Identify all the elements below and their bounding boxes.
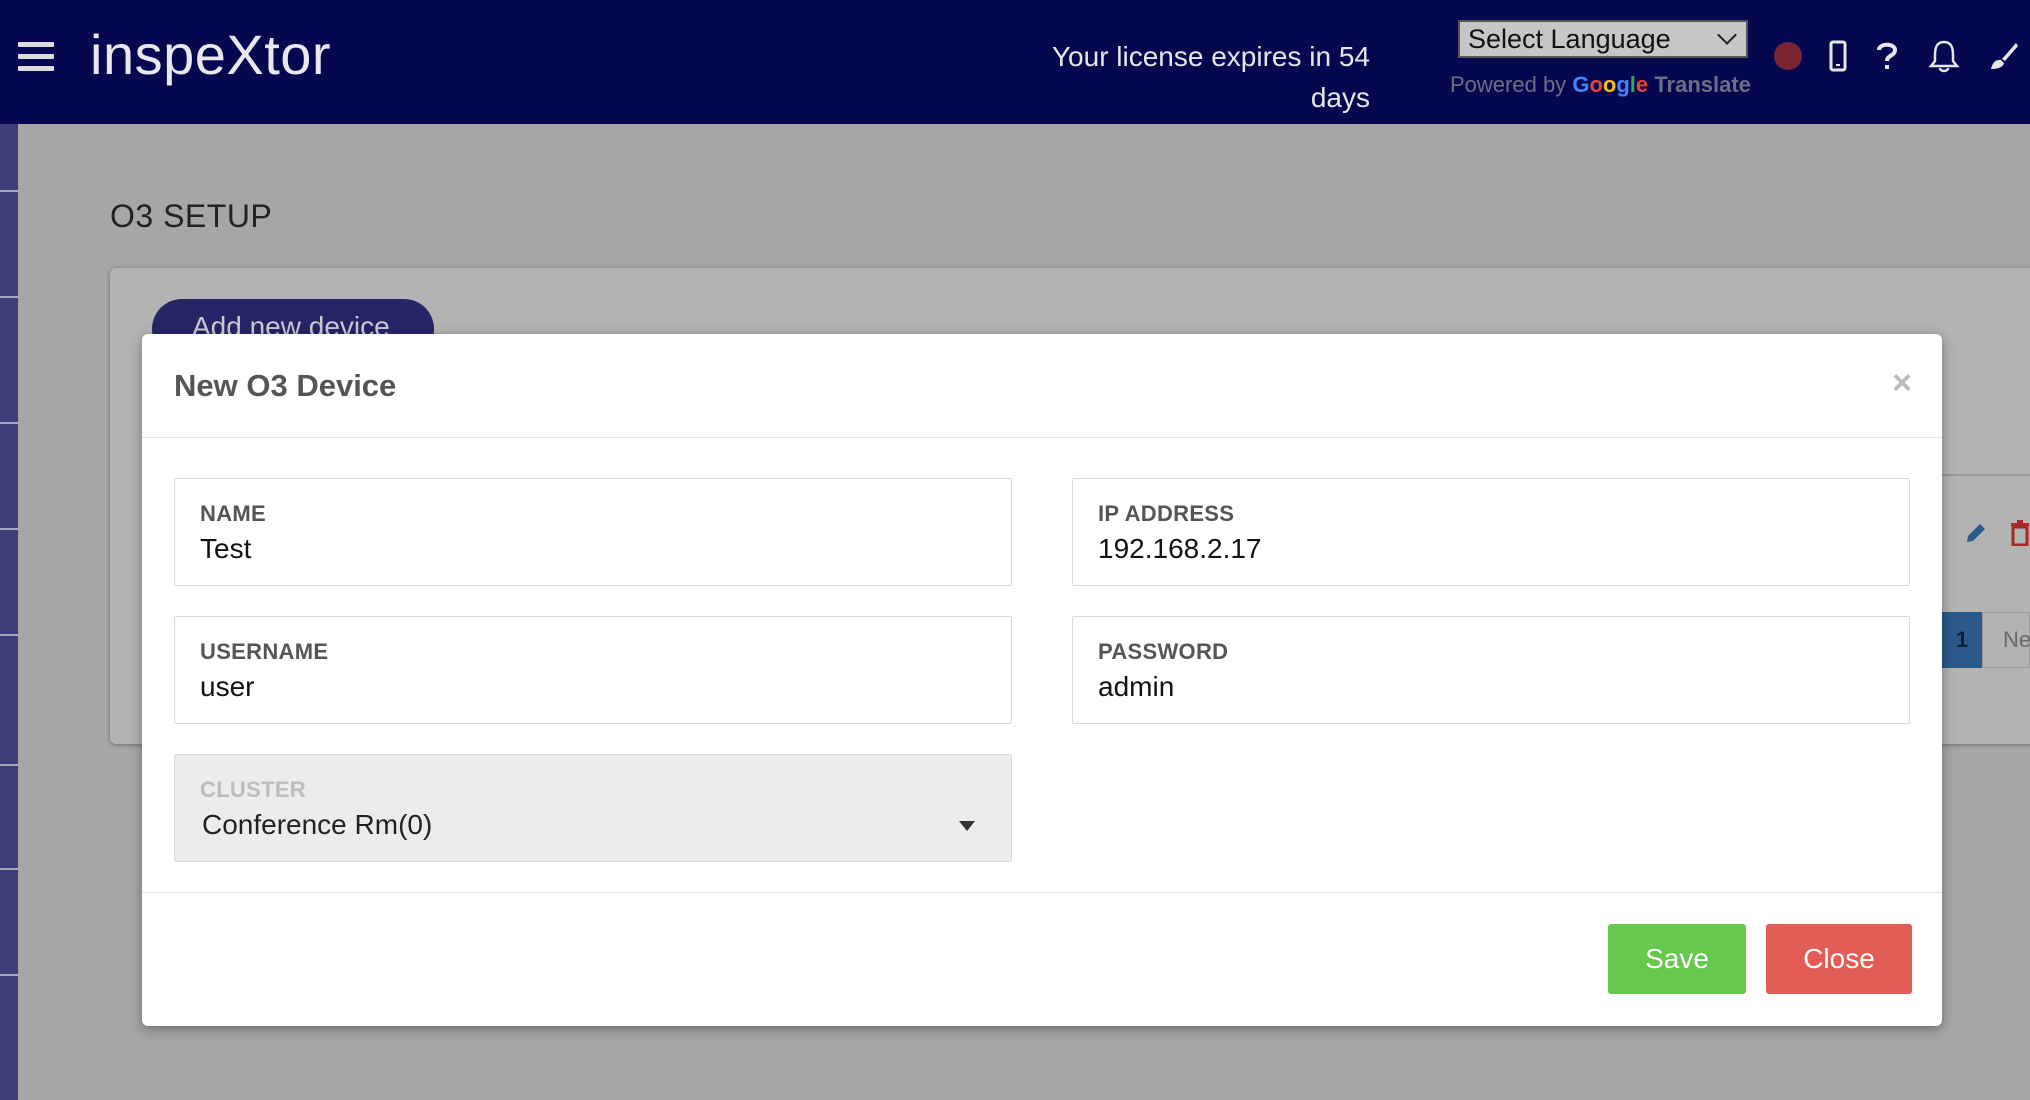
username-input[interactable]: user [200,671,254,703]
caret-down-icon [959,821,975,831]
modal-header: New O3 Device × [142,334,1942,438]
app-title: inspeXtor [90,23,332,86]
username-label: USERNAME [200,639,329,664]
pencil-icon[interactable] [1964,521,1988,550]
brush-icon[interactable] [1984,36,2024,76]
google-logo: Google [1572,72,1649,97]
save-button[interactable]: Save [1608,924,1746,994]
mobile-icon[interactable] [1818,36,1858,76]
bell-icon[interactable] [1924,36,1964,76]
chevron-down-icon [1717,25,1737,45]
status-indicator[interactable] [1774,42,1802,70]
pagination-next[interactable]: Ne [1982,612,2030,668]
close-icon[interactable]: × [1892,364,1912,403]
cluster-select[interactable]: CLUSTER Conference Rm(0) [174,754,1012,862]
menu-icon[interactable] [18,42,54,72]
trash-icon[interactable] [2010,520,2030,551]
pagination-page-1[interactable]: 1 [1942,612,1982,668]
name-label: NAME [200,501,266,526]
cluster-value: Conference Rm(0) [202,809,433,840]
help-icon[interactable] [1867,36,1907,76]
username-field[interactable]: USERNAME user [174,616,1012,724]
ip-address-field[interactable]: IP ADDRESS 192.168.2.17 [1072,478,1910,586]
language-select[interactable]: Select Language [1458,20,1748,58]
page-title: O3 SETUP [110,198,273,234]
modal-footer [142,892,1942,893]
top-navbar: inspeXtor Your license expires in 54 day… [0,0,2030,124]
translate-label: Translate [1654,72,1751,97]
ip-address-label: IP ADDRESS [1098,501,1235,526]
modal-title: New O3 Device [174,368,397,403]
name-field[interactable]: NAME Test [174,478,1012,586]
license-expiry-text: Your license expires in 54 days [1051,41,1370,113]
google-translate-attribution: Powered by Google Translate [1450,72,1751,98]
ip-address-input[interactable]: 192.168.2.17 [1098,533,1262,565]
password-input[interactable]: admin [1098,671,1174,703]
language-select-value: Select Language [1468,23,1671,54]
password-field[interactable]: PASSWORD admin [1072,616,1910,724]
close-button[interactable]: Close [1766,924,1912,994]
name-input[interactable]: Test [200,533,251,565]
powered-by-label: Powered by [1450,72,1567,97]
password-label: PASSWORD [1098,639,1229,664]
cluster-label: CLUSTER [200,777,306,802]
side-rail[interactable] [0,124,18,1100]
new-device-modal: New O3 Device × NAME Test IP ADDRESS 192… [142,334,1942,1026]
